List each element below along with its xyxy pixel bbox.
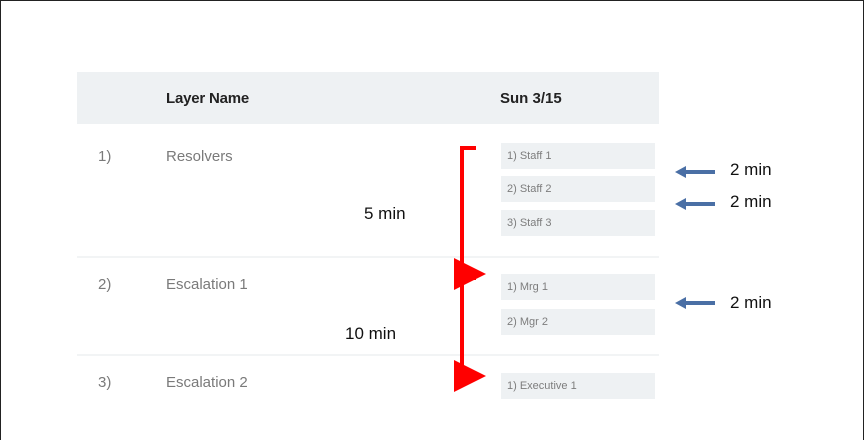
blue-arrow-icon [675,198,715,210]
delay-label-5-min: 5 min [364,204,406,223]
blue-arrow-icon [675,297,715,309]
delay-label-2-min: 2 min [730,160,772,179]
bracket-10-min [454,276,486,392]
delay-label-2-min: 2 min [730,293,772,312]
delay-label-10-min: 10 min [345,324,397,343]
delay-label-2-min: 2 min [730,192,772,211]
bracket-5-min [454,146,486,290]
blue-arrow-icon [675,166,715,178]
escalation-brackets [454,146,715,392]
